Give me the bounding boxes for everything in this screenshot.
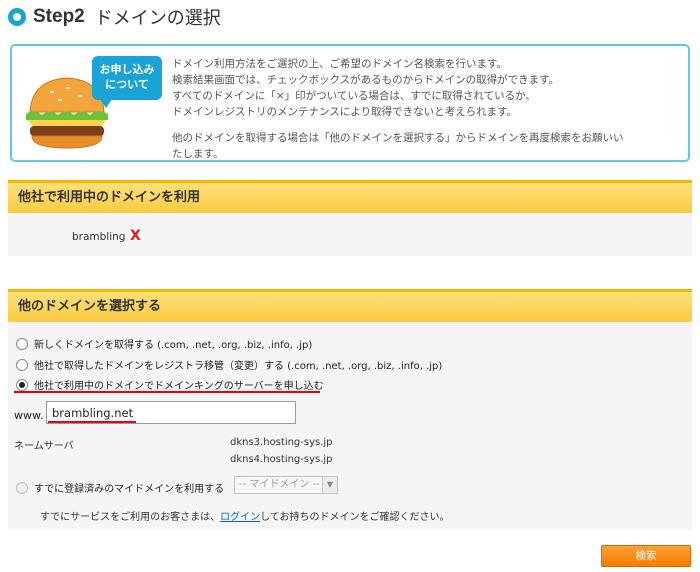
www-prefix: www. xyxy=(14,409,44,422)
existing-domain-name: brambling xyxy=(72,231,126,243)
search-button[interactable]: 検索 xyxy=(601,545,691,567)
option-my-domain: すでに登録済みのマイドメインを利用する xyxy=(16,480,224,495)
info-text: ドメイン利用方法をご選択の上、ご希望のドメイン名検索を行います。 検索結果画面で… xyxy=(172,56,672,162)
radio-new-domain[interactable] xyxy=(16,337,28,350)
option-label: 他社で利用中のドメインでドメインキングのサーバーを申し込む xyxy=(34,381,324,392)
chevron-down-icon: ▼ xyxy=(322,477,337,493)
radio-transfer-domain[interactable] xyxy=(16,358,28,371)
option-new-domain[interactable]: 新しくドメインを取得する (.com, .net, .org, .biz, .i… xyxy=(16,336,312,351)
info-box: お申し込み について ドメイン利用方法をご選択の上、ご希望のドメイン名検索を行い… xyxy=(10,44,690,162)
info-line: すべてのドメインに「×」印がついている場合は、すでに取得されているか、 xyxy=(172,90,536,102)
option-label: すでに登録済みのマイドメインを利用する xyxy=(34,484,225,495)
help-prefix: すでにサービスをご利用のお客さまは、 xyxy=(40,512,221,523)
info-note: 他のドメインを取得する場合は「他のドメインを選択する」からドメインを再度検索をお… xyxy=(172,130,672,162)
option-label: 他社で取得したドメインをレジストラ移管（変更）する (.com, .net, .… xyxy=(34,361,443,372)
login-link[interactable]: ログイン xyxy=(220,512,260,523)
apply-info-bubble[interactable]: お申し込み について xyxy=(92,56,162,108)
radio-use-existing-server[interactable] xyxy=(16,378,28,391)
section-heading-other-domain: 他のドメインを選択する xyxy=(8,289,692,322)
hamburger-mascot-icon: お申し込み について xyxy=(20,54,165,154)
option-transfer-domain[interactable]: 他社で取得したドメインをレジストラ移管（変更）する (.com, .net, .… xyxy=(16,357,442,372)
highlight-underline xyxy=(48,421,136,423)
step-header: Step2 ドメインの選択 xyxy=(8,2,221,32)
info-line: ドメインレジストリのメンテナンスにより取得できないと考えられます。 xyxy=(172,106,518,118)
nameserver-value: dkns4.hosting-sys.jp xyxy=(230,454,333,465)
step-number: Step2 xyxy=(33,6,85,27)
bubble-line-2: について xyxy=(105,78,149,91)
nameserver-value: dkns3.hosting-sys.jp xyxy=(230,437,333,448)
bubble-line-1: お申し込み xyxy=(99,63,155,76)
info-line: 検索結果画面では、チェックボックスがあるものからドメインの取得ができます。 xyxy=(172,74,560,86)
option-use-existing-server[interactable]: 他社で利用中のドメインでドメインキングのサーバーを申し込む xyxy=(16,377,324,392)
section-body-other-domain: 新しくドメインを取得する (.com, .net, .org, .biz, .i… xyxy=(8,322,692,530)
info-note-line: たします。 xyxy=(172,148,224,160)
my-domain-select[interactable]: -- マイドメイン -- ▼ xyxy=(234,476,338,494)
highlight-underline xyxy=(14,391,320,393)
help-suffix: してお持ちのドメインをご確認ください。 xyxy=(260,512,450,523)
login-help-text: すでにサービスをご利用のお客さまは、ログインしてお持ちのドメインをご確認ください… xyxy=(40,508,450,523)
section-heading-existing-domain: 他社で利用中のドメインを利用 xyxy=(8,180,692,213)
info-line: ドメイン利用方法をご選択の上、ご希望のドメイン名検索を行います。 xyxy=(172,58,507,70)
page-title: ドメインの選択 xyxy=(94,8,221,29)
section-body-existing-domain: brambling X xyxy=(8,213,692,256)
info-note-line: 他のドメインを取得する場合は「他のドメインを選択する」からドメインを再度検索をお… xyxy=(172,132,624,144)
radio-my-domain[interactable] xyxy=(16,481,28,494)
option-label: 新しくドメインを取得する (.com, .net, .org, .biz, .i… xyxy=(34,340,313,351)
unavailable-x-icon: X xyxy=(130,228,141,244)
step-bullet-icon xyxy=(8,8,26,26)
nameserver-label: ネームサーバ xyxy=(14,441,74,452)
select-value: -- マイドメイン -- xyxy=(239,479,320,490)
